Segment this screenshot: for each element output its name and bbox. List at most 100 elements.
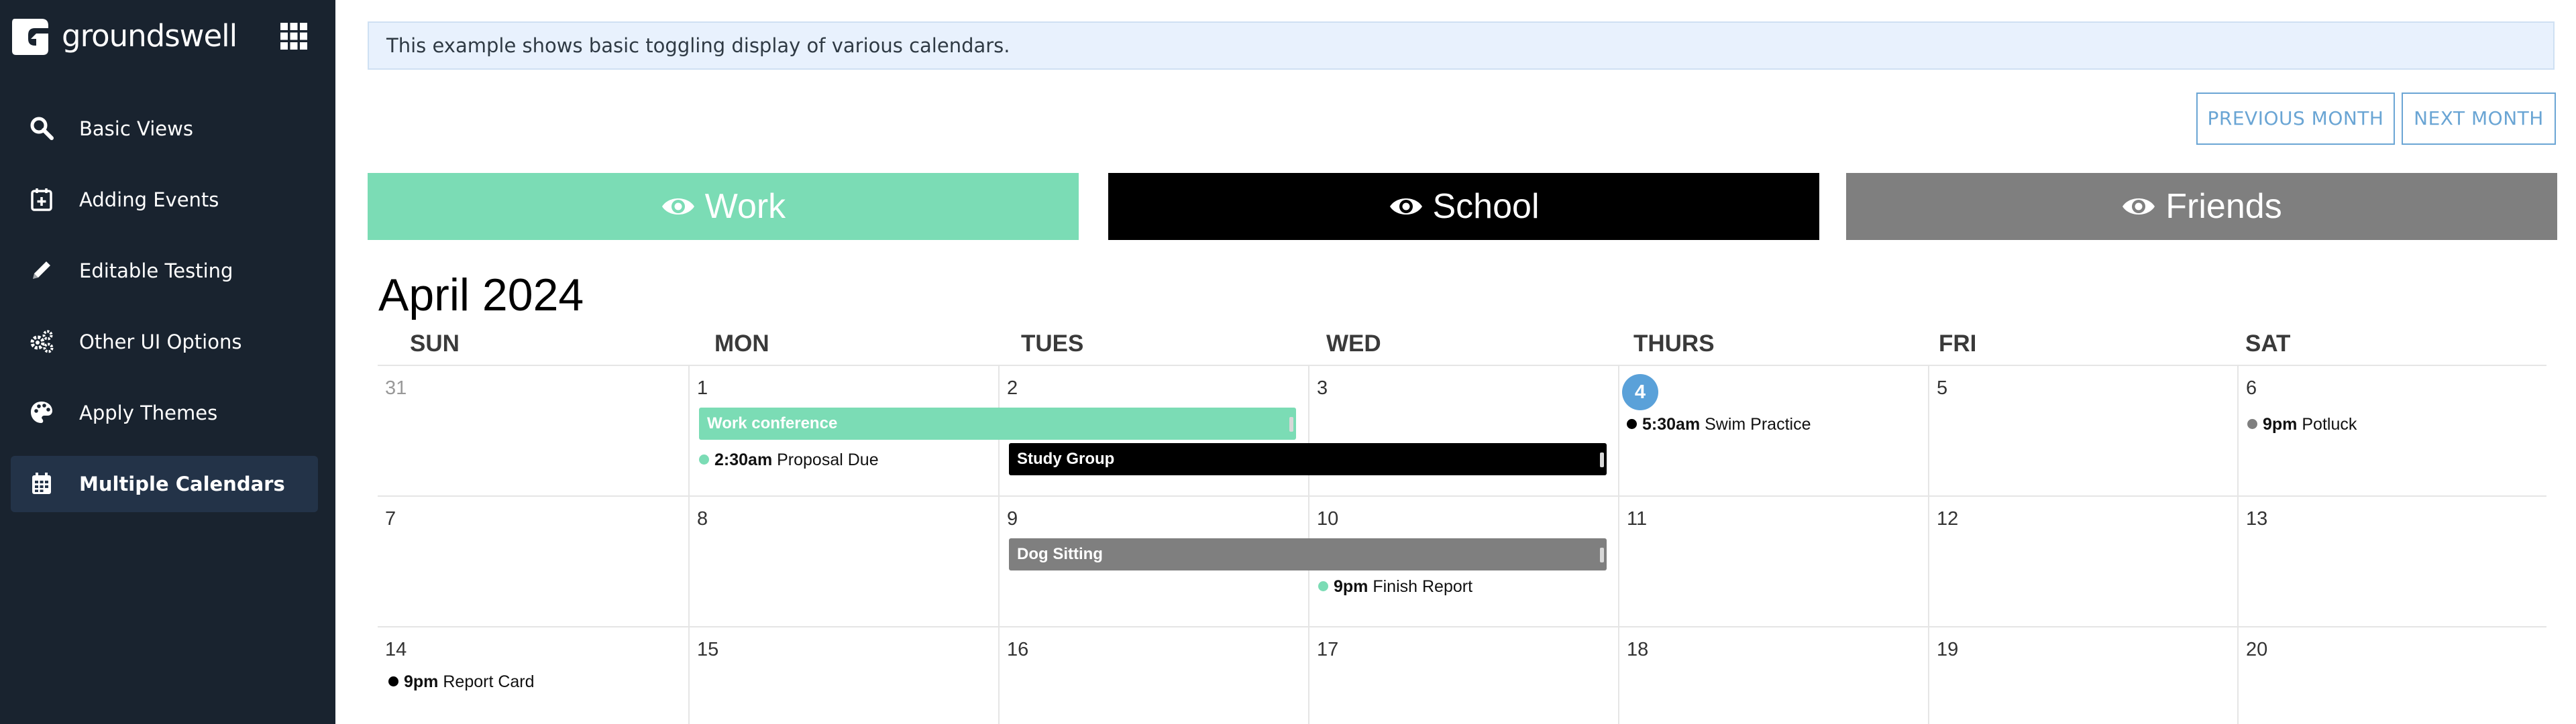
day-cell[interactable]: 17 [1308,627,1619,724]
day-number: 16 [1007,639,1029,660]
event-proposal-due[interactable]: 2:30am Proposal Due [699,448,879,471]
day-number: 12 [1937,508,1959,530]
event-resize-handle[interactable] [1289,417,1293,432]
groundswell-logo-icon [12,19,48,55]
eye-icon [1389,198,1422,215]
brand: groundswell [9,13,325,60]
event-time: 2:30am [714,450,773,469]
day-number: 8 [697,508,708,530]
event-title: Report Card [443,672,535,691]
event-time: 9pm [1334,577,1368,596]
sidebar-item-label: Apply Themes [79,402,218,424]
weekday-sat: SAT [2245,330,2291,357]
event-time: 9pm [404,672,439,691]
event-time: 9pm [2263,415,2298,434]
day-number: 11 [1627,508,1648,530]
calendar-toggle-label: Work [704,187,786,226]
day-cell[interactable]: 7 [378,497,687,626]
event-resize-handle[interactable] [1600,548,1604,562]
day-cell[interactable]: 31 [378,366,687,495]
school-calendar-dot-icon [1627,418,1637,429]
day-number: 15 [697,639,719,660]
day-cell[interactable]: 13 [2237,497,2548,626]
sidebar: groundswell Basic Views Adding Events Ed… [0,0,335,724]
today-day-number: 4 [1622,374,1658,410]
sidebar-item-other-ui-options[interactable]: Other UI Options [11,314,318,370]
info-banner: This example shows basic toggling displa… [368,21,2555,70]
day-number: 20 [2246,639,2268,660]
week-row: 14 15 16 17 18 19 20 9pm Report Card [378,627,2546,724]
day-cell[interactable]: 5 [1928,366,2239,495]
weekday-wed: WED [1326,330,1381,357]
day-cell[interactable]: 11 [1618,497,1929,626]
week-row: 31 1 2 3 4 5 6 Work conference 2:30am Pr… [378,366,2546,497]
calendar-toggle-label: School [1432,187,1540,226]
day-cell[interactable]: 15 [688,627,999,724]
event-finish-report[interactable]: 9pm Finish Report [1318,575,1472,598]
day-cell[interactable]: 16 [998,627,1309,724]
event-title: Finish Report [1373,577,1473,596]
day-number: 1 [697,377,708,399]
event-dog-sitting[interactable]: Dog Sitting [1009,538,1607,570]
event-time: 5:30am [1642,415,1701,434]
day-cell[interactable]: 20 [2237,627,2548,724]
calendar-toggle-work[interactable]: Work [368,173,1079,240]
month-title: April 2024 [378,269,584,320]
sidebar-item-label: Multiple Calendars [79,473,285,495]
school-calendar-dot-icon [388,676,398,686]
day-cell[interactable]: 8 [688,497,999,626]
sidebar-item-label: Basic Views [79,117,193,140]
calendar-toggle-school[interactable]: School [1108,173,1819,240]
day-number: 3 [1317,377,1328,399]
weekday-header: SUN MON TUES WED THURS FRI SAT [378,327,2546,366]
day-cell[interactable]: 19 [1928,627,2239,724]
event-title: Potluck [2302,415,2357,434]
day-number: 10 [1317,508,1339,530]
day-number: 2 [1007,377,1018,399]
apps-grid-icon[interactable] [279,21,309,51]
day-cell[interactable]: 18 [1618,627,1929,724]
eye-icon [2123,198,2155,215]
calendar-toggle-friends[interactable]: Friends [1846,173,2557,240]
calendar-toggle-label: Friends [2165,187,2282,226]
event-resize-handle[interactable] [1600,452,1604,467]
sidebar-item-apply-themes[interactable]: Apply Themes [11,385,318,441]
eye-icon [661,198,694,215]
event-title: Study Group [1017,450,1115,468]
day-number: 14 [385,639,407,660]
event-study-group[interactable]: Study Group [1009,443,1607,475]
sidebar-item-editable-testing[interactable]: Editable Testing [11,243,318,299]
next-month-button[interactable]: NEXT MONTH [2402,93,2556,145]
day-number: 9 [1007,508,1018,530]
gears-icon [30,330,54,353]
event-title: Work conference [707,414,838,432]
day-cell[interactable]: 3 [1308,366,1619,495]
sidebar-item-basic-views[interactable]: Basic Views [11,101,318,157]
sidebar-item-adding-events[interactable]: Adding Events [11,172,318,228]
event-potluck[interactable]: 9pm Potluck [2247,413,2357,436]
sidebar-item-label: Adding Events [79,188,219,211]
brand-name: groundswell [62,18,237,54]
palette-icon [31,402,52,423]
week-row: 7 8 9 10 11 12 13 Dog Sitting 9pm Finish… [378,497,2546,627]
day-number: 18 [1627,639,1649,660]
event-work-conference[interactable]: Work conference [699,408,1296,440]
friends-calendar-dot-icon [2247,418,2257,429]
day-number: 17 [1317,639,1339,660]
work-calendar-dot-icon [699,454,709,465]
event-swim-practice[interactable]: 5:30am Swim Practice [1627,413,1811,436]
sidebar-item-label: Other UI Options [79,330,242,353]
event-title: Swim Practice [1705,415,1811,434]
event-report-card[interactable]: 9pm Report Card [388,670,535,693]
work-calendar-dot-icon [1318,581,1328,591]
weekday-sun: SUN [410,330,460,357]
sidebar-item-multiple-calendars[interactable]: Multiple Calendars [11,456,318,512]
calendar-plus-icon [31,188,52,211]
day-number: 13 [2246,508,2268,530]
weekday-thu: THURS [1633,330,1715,357]
day-number: 5 [1937,377,1948,399]
day-number: 19 [1937,639,1959,660]
sidebar-item-label: Editable Testing [79,259,233,282]
day-cell[interactable]: 12 [1928,497,2239,626]
previous-month-button[interactable]: PREVIOUS MONTH [2196,93,2395,145]
